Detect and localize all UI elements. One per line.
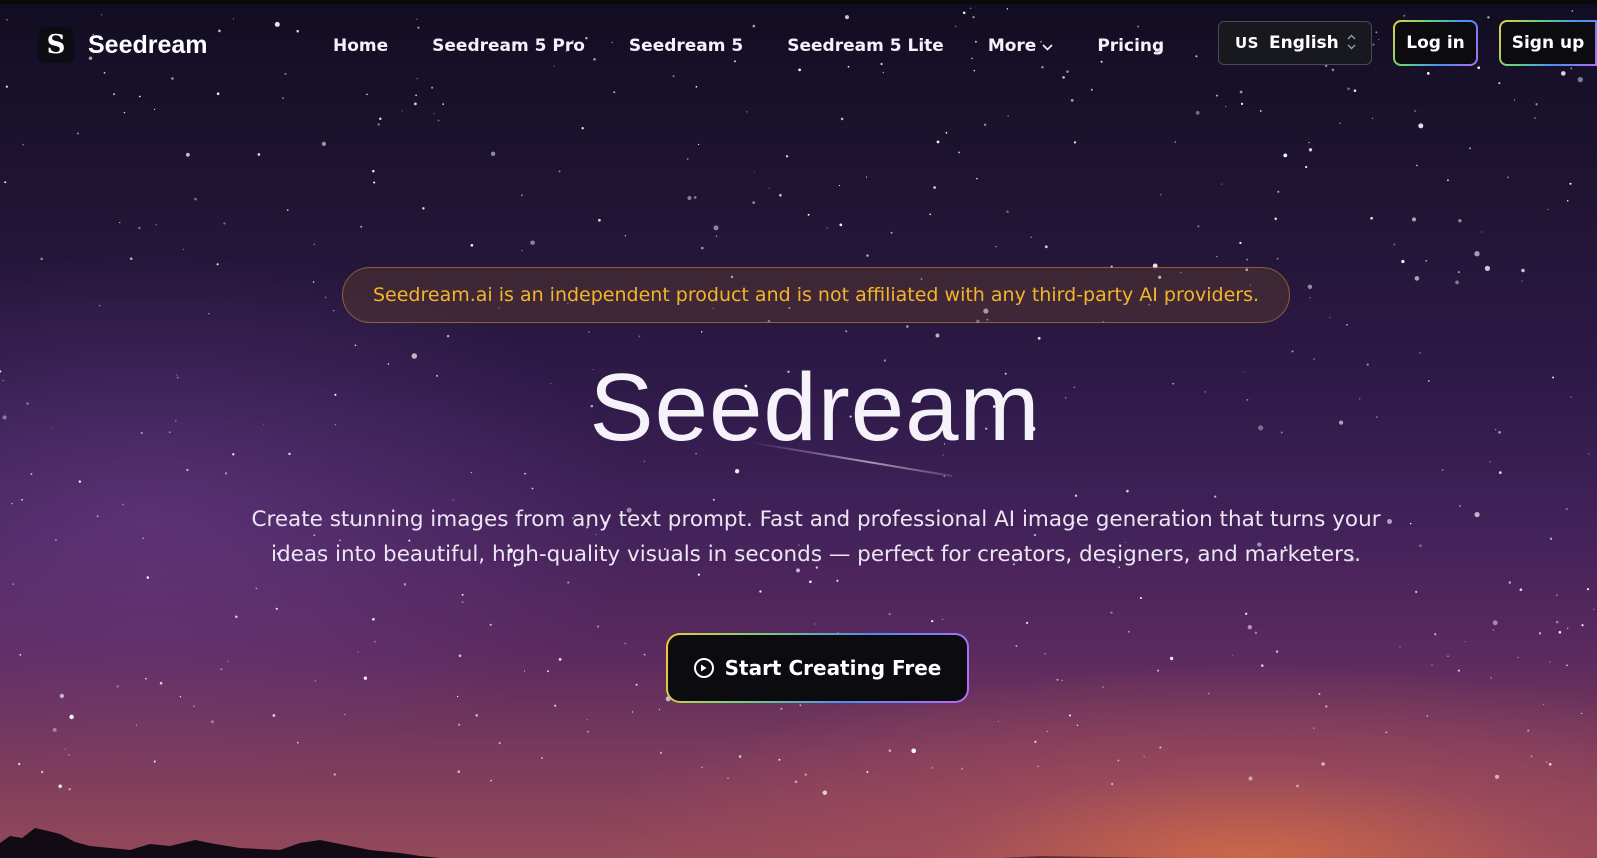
- start-creating-button-inner: Start Creating Free: [668, 635, 967, 701]
- nav-link-label: Seedream 5: [628, 36, 744, 56]
- top-navigation: S Seedream Home Seedream 5 Pro Seedream …: [0, 4, 1597, 84]
- language-select[interactable]: US English: [1218, 21, 1372, 65]
- signup-button-label: Sign up: [1501, 22, 1595, 64]
- language-label: English: [1268, 33, 1339, 53]
- hero-description: Create stunning images from any text pro…: [251, 507, 1381, 567]
- brand-logo-icon: S: [38, 27, 74, 63]
- chevron-up-down-icon: [1346, 32, 1357, 53]
- play-circle-icon: [693, 658, 714, 678]
- nav-links: Home Seedream 5 Pro Seedream 5 Seedream …: [333, 28, 1208, 64]
- disclaimer-banner: Seedream.ai is an independent product an…: [342, 267, 1290, 323]
- nav-link-seedream-5-lite[interactable]: Seedream 5 Lite: [787, 36, 944, 56]
- nav-dropdown-more[interactable]: More: [988, 36, 1054, 56]
- nav-link-seedream-5[interactable]: Seedream 5: [629, 36, 743, 56]
- start-creating-button[interactable]: Start Creating Free: [666, 633, 969, 703]
- brand-home-link[interactable]: S Seedream: [38, 23, 208, 67]
- start-creating-label: Start Creating Free: [724, 656, 942, 680]
- chevron-down-icon: [1042, 41, 1053, 54]
- us-flag-icon: US: [1235, 34, 1259, 52]
- login-button[interactable]: Log in: [1393, 20, 1478, 66]
- nav-link-label: More: [987, 36, 1037, 56]
- nav-link-label: Pricing: [1097, 36, 1165, 56]
- login-button-label: Log in: [1395, 22, 1476, 64]
- landing-page: S Seedream Home Seedream 5 Pro Seedream …: [0, 0, 1597, 858]
- nav-link-label: Seedream 5 Lite: [787, 36, 944, 56]
- nav-link-home[interactable]: Home: [333, 36, 388, 56]
- nav-link-pricing[interactable]: Pricing: [1097, 36, 1164, 56]
- brand-name: Seedream: [88, 30, 208, 59]
- mountain-silhouette: [0, 828, 1160, 858]
- nav-link-seedream-5-pro[interactable]: Seedream 5 Pro: [432, 36, 585, 56]
- signup-button[interactable]: Sign up: [1499, 20, 1597, 66]
- nav-link-label: Seedream 5 Pro: [432, 36, 585, 56]
- hero-title: Seedream: [589, 354, 1041, 461]
- nav-link-label: Home: [333, 36, 389, 56]
